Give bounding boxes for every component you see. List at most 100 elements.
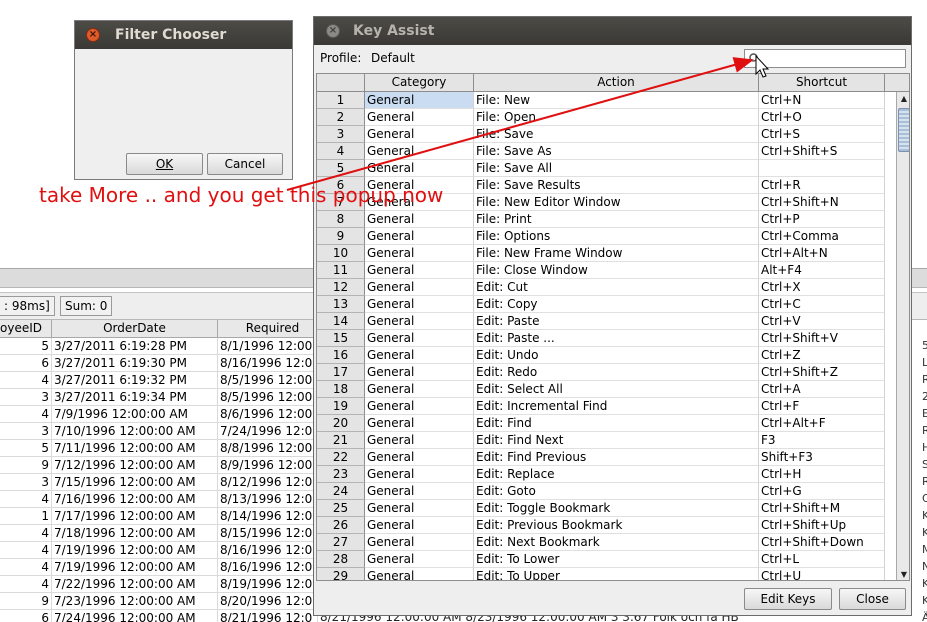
table-row[interactable]: 19 General Edit: Incremental Find Ctrl+F	[317, 398, 895, 415]
table-row[interactable]: 21 General Edit: Find Next F3	[317, 432, 895, 449]
action-cell: Edit: Incremental Find	[474, 398, 759, 415]
table-row[interactable]: 20 General Edit: Find Ctrl+Alt+F	[317, 415, 895, 432]
category-cell: General	[365, 483, 474, 500]
action-cell: Edit: Toggle Bookmark	[474, 500, 759, 517]
table-row[interactable]: 3 General File: Save Ctrl+S	[317, 126, 895, 143]
action-cell: File: Print	[474, 211, 759, 228]
table-row[interactable]: 8 General File: Print Ctrl+P	[317, 211, 895, 228]
filter-chooser-titlebar[interactable]: × Filter Chooser	[75, 21, 292, 49]
table-row[interactable]: 25 General Edit: Toggle Bookmark Ctrl+Shift…	[317, 500, 895, 517]
column-category[interactable]: Category	[365, 74, 474, 92]
category-cell: General	[365, 500, 474, 517]
shortcut-cell: Ctrl+Shift+S	[759, 143, 885, 160]
table-row[interactable]: 12 General Edit: Cut Ctrl+X	[317, 279, 895, 296]
employee-id-cell: 6	[0, 610, 52, 622]
employee-id-cell: 1	[0, 508, 52, 525]
order-date-cell: 7/12/1996 12:00:00 AM	[52, 457, 218, 474]
required-date-cell: 7/24/1996 12:0	[218, 423, 318, 440]
key-assist-titlebar[interactable]: × Key Assist	[314, 17, 911, 45]
table-row[interactable]: 28 General Edit: To Lower Ctrl+L	[317, 551, 895, 568]
table-row[interactable]: 5 General File: Save All	[317, 160, 895, 177]
partial-cell: K	[922, 577, 927, 590]
employee-id-cell: 5	[0, 338, 52, 355]
close-icon[interactable]: ×	[326, 24, 340, 38]
table-row[interactable]: 24 General Edit: Goto Ctrl+G	[317, 483, 895, 500]
category-cell: General	[365, 398, 474, 415]
category-cell: General	[365, 262, 474, 279]
category-cell: General	[365, 517, 474, 534]
table-row[interactable]: 4 General File: Save As Ctrl+Shift+S	[317, 143, 895, 160]
shortcut-cell: Ctrl+U	[759, 568, 885, 580]
shortcut-cell: Ctrl+Shift+Down	[759, 534, 885, 551]
employee-id-cell: 3	[0, 474, 52, 491]
shortcut-cell: Ctrl+Alt+N	[759, 245, 885, 262]
order-date-cell: 7/10/1996 12:00:00 AM	[52, 423, 218, 440]
category-cell: General	[365, 211, 474, 228]
vertical-scrollbar[interactable]: ▲ ▼	[896, 92, 909, 580]
action-cell: File: Close Window	[474, 262, 759, 279]
row-number: 3	[317, 126, 365, 143]
key-assist-title: Key Assist	[353, 23, 435, 39]
action-cell: File: Save As	[474, 143, 759, 160]
shortcut-cell: Ctrl+Shift+N	[759, 194, 885, 211]
employee-id-cell: 3	[0, 423, 52, 440]
table-row[interactable]: 10 General File: New Frame Window Ctrl+Alt+…	[317, 245, 895, 262]
row-number: 18	[317, 381, 365, 398]
column-shortcut[interactable]: Shortcut	[759, 74, 885, 92]
shortcut-cell: F3	[759, 432, 885, 449]
table-row[interactable]: 15 General Edit: Paste ... Ctrl+Shift+V	[317, 330, 895, 347]
required-date-cell: 8/9/1996 12:00	[218, 457, 318, 474]
shortcut-cell: Ctrl+P	[759, 211, 885, 228]
order-date-cell: 7/17/1996 12:00:00 AM	[52, 508, 218, 525]
required-date-cell: 8/12/1996 12:0	[218, 474, 318, 491]
scroll-down-arrow-icon[interactable]: ▼	[897, 568, 909, 580]
row-number: 25	[317, 500, 365, 517]
table-row[interactable]: 23 General Edit: Replace Ctrl+H	[317, 466, 895, 483]
table-row[interactable]: 26 General Edit: Previous Bookmark Ctrl+Shi…	[317, 517, 895, 534]
table-row[interactable]: 13 General Edit: Copy Ctrl+C	[317, 296, 895, 313]
employee-id-cell: 6	[0, 355, 52, 372]
row-number: 9	[317, 228, 365, 245]
search-input[interactable]	[744, 49, 906, 68]
shortcut-cell	[759, 160, 885, 177]
row-number: 16	[317, 347, 365, 364]
status-time: : 98ms]	[0, 296, 55, 316]
row-number: 4	[317, 143, 365, 160]
action-cell: Edit: To Upper	[474, 568, 759, 580]
order-date-cell: 7/16/1996 12:00:00 AM	[52, 491, 218, 508]
table-row[interactable]: 14 General Edit: Paste Ctrl+V	[317, 313, 895, 330]
action-cell: File: New Frame Window	[474, 245, 759, 262]
employee-id-cell: 9	[0, 593, 52, 610]
table-row[interactable]: 18 General Edit: Select All Ctrl+A	[317, 381, 895, 398]
edit-keys-button[interactable]: Edit Keys	[744, 588, 832, 610]
category-cell: General	[365, 296, 474, 313]
row-number: 15	[317, 330, 365, 347]
table-row[interactable]: 2 General File: Open Ctrl+O	[317, 109, 895, 126]
action-cell: Edit: Previous Bookmark	[474, 517, 759, 534]
partial-cell: 5	[922, 339, 927, 352]
shortcut-cell: Ctrl+Shift+Z	[759, 364, 885, 381]
table-row[interactable]: 17 General Edit: Redo Ctrl+Shift+Z	[317, 364, 895, 381]
close-icon[interactable]: ×	[86, 28, 100, 42]
column-action[interactable]: Action	[474, 74, 759, 92]
table-row[interactable]: 1 General File: New Ctrl+N	[317, 92, 895, 109]
employee-id-cell: 5	[0, 440, 52, 457]
table-row[interactable]: 16 General Edit: Undo Ctrl+Z	[317, 347, 895, 364]
column-employee-id[interactable]: oyeeID	[0, 320, 52, 338]
table-row[interactable]: 22 General Edit: Find Previous Shift+F3	[317, 449, 895, 466]
scrollbar-thumb[interactable]	[898, 108, 909, 152]
table-row[interactable]: 11 General File: Close Window Alt+F4	[317, 262, 895, 279]
cancel-button[interactable]: Cancel	[207, 153, 283, 175]
column-order-date[interactable]: OrderDate	[52, 320, 218, 338]
table-row[interactable]: 27 General Edit: Next Bookmark Ctrl+Shift+D…	[317, 534, 895, 551]
scroll-up-arrow-icon[interactable]: ▲	[897, 92, 909, 106]
close-button[interactable]: Close	[839, 588, 906, 610]
ok-button[interactable]: OK	[126, 153, 203, 175]
action-cell: Edit: Cut	[474, 279, 759, 296]
column-required-date[interactable]: Required	[218, 320, 328, 338]
table-row[interactable]: 29 General Edit: To Upper Ctrl+U	[317, 568, 895, 580]
annotation-text: take More .. and you get this popup now	[39, 183, 444, 207]
table-row[interactable]: 9 General File: Options Ctrl+Comma	[317, 228, 895, 245]
partial-cell: S	[922, 458, 927, 471]
action-cell: File: Options	[474, 228, 759, 245]
